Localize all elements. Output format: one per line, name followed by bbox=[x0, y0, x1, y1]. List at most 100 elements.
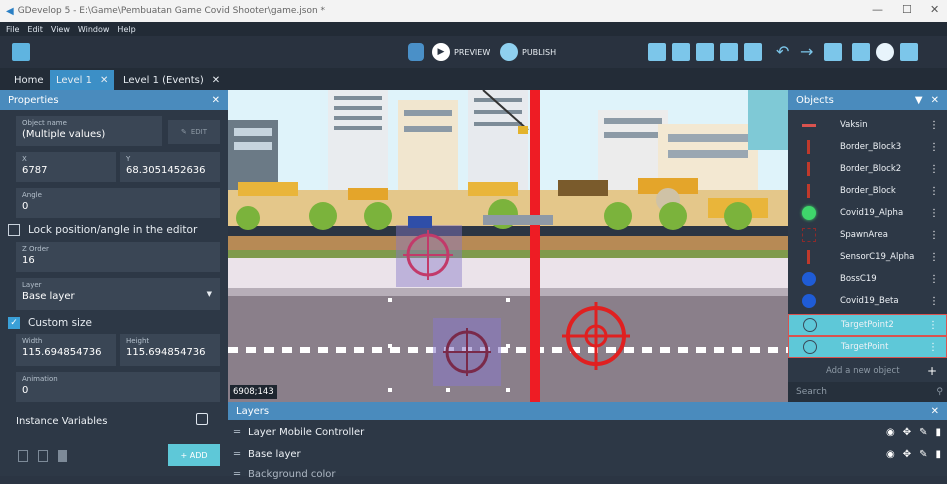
close-panel-icon[interactable]: ✕ bbox=[212, 95, 220, 106]
zoom-icon[interactable] bbox=[876, 43, 894, 61]
undo-icon[interactable]: ↶ bbox=[776, 43, 794, 61]
edit-layer-icon[interactable]: ✎ bbox=[919, 427, 927, 438]
object-menu-icon[interactable]: ⋮ bbox=[929, 164, 939, 175]
add-new-object-button[interactable]: Add a new object + bbox=[788, 362, 947, 380]
layers-panel: Layers ✕ ═ Layer Mobile Controller ◉ ✥ ✎… bbox=[228, 402, 947, 480]
y-field[interactable]: Y 68.3051452636 bbox=[120, 152, 220, 182]
custom-size-checkbox[interactable]: ✓ Custom size bbox=[8, 317, 92, 329]
trash-icon[interactable] bbox=[58, 450, 67, 462]
filter-icon[interactable]: ▼ bbox=[915, 95, 923, 106]
syringe-icon bbox=[802, 124, 816, 127]
layer-row-base-layer[interactable]: ═ Base layer ◉ ✥ ✎ ▮ bbox=[228, 444, 947, 464]
paste-icon[interactable] bbox=[38, 450, 48, 462]
drag-handle-icon[interactable]: ═ bbox=[234, 469, 240, 480]
project-manager-icon[interactable] bbox=[12, 43, 30, 61]
lock-position-checkbox[interactable]: Lock position/angle in the editor bbox=[8, 224, 197, 236]
objects-panel-icon[interactable] bbox=[648, 43, 666, 61]
tab-level-1-events[interactable]: Level 1 (Events) ✕ bbox=[117, 70, 226, 90]
visibility-eye-icon[interactable]: ◉ bbox=[886, 427, 895, 438]
object-menu-icon[interactable]: ⋮ bbox=[928, 342, 938, 353]
x-field[interactable]: X 6787 bbox=[16, 152, 116, 182]
object-item-sensorc19-alpha[interactable]: SensorC19_Alpha ⋮ bbox=[788, 246, 947, 268]
close-panel-icon[interactable]: ✕ bbox=[931, 95, 939, 106]
menu-view[interactable]: View bbox=[51, 25, 70, 34]
width-field[interactable]: Width 115.694854736 bbox=[16, 334, 116, 366]
object-item-border-block[interactable]: Border_Block ⋮ bbox=[788, 180, 947, 202]
redo-icon[interactable]: → bbox=[800, 43, 818, 61]
target-icon bbox=[803, 340, 817, 354]
layer-select[interactable]: Layer Base layer ▼ bbox=[16, 278, 220, 310]
instances-list-icon[interactable] bbox=[720, 43, 738, 61]
object-menu-icon[interactable]: ⋮ bbox=[929, 142, 939, 153]
checkbox-checked-icon[interactable]: ✓ bbox=[8, 317, 20, 329]
layers-panel-icon[interactable] bbox=[744, 43, 762, 61]
object-menu-icon[interactable]: ⋮ bbox=[928, 320, 938, 331]
debug-icon[interactable] bbox=[408, 43, 424, 61]
close-tab-icon[interactable]: ✕ bbox=[100, 75, 108, 86]
animation-field[interactable]: Animation 0 bbox=[16, 372, 220, 402]
layer-row-background-color[interactable]: ═ Background color bbox=[228, 464, 947, 484]
edit-button[interactable]: ✎ EDIT bbox=[168, 120, 220, 144]
object-menu-icon[interactable]: ⋮ bbox=[929, 186, 939, 197]
copy-icon[interactable] bbox=[18, 450, 28, 462]
virus-icon bbox=[802, 272, 816, 286]
checkbox-unchecked-icon[interactable] bbox=[8, 224, 20, 236]
object-item-targetpoint[interactable]: TargetPoint ⋮ bbox=[788, 336, 947, 358]
object-menu-icon[interactable]: ⋮ bbox=[929, 120, 939, 131]
grid-icon[interactable] bbox=[852, 43, 870, 61]
drag-handle-icon[interactable]: ═ bbox=[234, 427, 240, 438]
object-menu-icon[interactable]: ⋮ bbox=[929, 230, 939, 241]
minimize-icon[interactable]: — bbox=[872, 3, 883, 16]
object-search-input[interactable]: Search ⚲ bbox=[788, 382, 947, 402]
object-menu-icon[interactable]: ⋮ bbox=[929, 296, 939, 307]
menu-window[interactable]: Window bbox=[78, 25, 110, 34]
app-icon: ◀ bbox=[6, 5, 14, 17]
z-order-field[interactable]: Z Order 16 bbox=[16, 242, 220, 272]
preview-button[interactable]: ▶ PREVIEW bbox=[432, 42, 490, 62]
delete-icon[interactable] bbox=[824, 43, 842, 61]
maximize-icon[interactable]: ☐ bbox=[902, 3, 912, 16]
properties-panel-icon[interactable] bbox=[696, 43, 714, 61]
object-menu-icon[interactable]: ⋮ bbox=[929, 208, 939, 219]
close-icon[interactable]: ✕ bbox=[930, 3, 939, 16]
menu-help[interactable]: Help bbox=[117, 25, 135, 34]
objects-header: Objects ▼ ✕ bbox=[788, 90, 947, 110]
scene-properties-icon[interactable] bbox=[900, 43, 918, 61]
open-external-icon[interactable] bbox=[196, 413, 208, 425]
tab-level-1[interactable]: Level 1 ✕ bbox=[50, 70, 115, 90]
edit-layer-icon[interactable]: ✎ bbox=[919, 449, 927, 460]
dropdown-icon: ▼ bbox=[206, 290, 212, 298]
drag-handle-icon[interactable]: ═ bbox=[234, 449, 240, 460]
close-tab-icon[interactable]: ✕ bbox=[212, 75, 220, 86]
angle-field[interactable]: Angle 0 bbox=[16, 188, 220, 218]
object-item-border-block3[interactable]: Border_Block3 ⋮ bbox=[788, 136, 947, 158]
visibility-eye-icon[interactable]: ◉ bbox=[886, 449, 895, 460]
delete-layer-icon[interactable]: ▮ bbox=[935, 427, 941, 438]
tab-home[interactable]: Home bbox=[8, 70, 50, 90]
object-groups-icon[interactable] bbox=[672, 43, 690, 61]
close-panel-icon[interactable]: ✕ bbox=[931, 406, 939, 417]
object-item-covid19-alpha[interactable]: Covid19_Alpha ⋮ bbox=[788, 202, 947, 224]
menu-edit[interactable]: Edit bbox=[27, 25, 43, 34]
layer-effects-icon[interactable]: ✥ bbox=[903, 427, 911, 438]
properties-header: Properties ✕ bbox=[0, 90, 228, 110]
objects-panel: Objects ▼ ✕ Vaksin ⋮ Border_Block3 ⋮ Bor… bbox=[788, 90, 947, 402]
scene-canvas[interactable]: 6908;143 bbox=[228, 90, 788, 402]
layer-effects-icon[interactable]: ✥ bbox=[903, 449, 911, 460]
play-icon: ▶ bbox=[432, 43, 450, 61]
object-item-spawnarea[interactable]: SpawnArea ⋮ bbox=[788, 224, 947, 246]
publish-button[interactable]: PUBLISH bbox=[500, 42, 556, 62]
height-field[interactable]: Height 115.694854736 bbox=[120, 334, 220, 366]
object-menu-icon[interactable]: ⋮ bbox=[929, 274, 939, 285]
delete-layer-icon[interactable]: ▮ bbox=[935, 449, 941, 460]
object-name-field[interactable]: Object name (Multiple values) bbox=[16, 116, 162, 146]
object-item-bossc19[interactable]: BossC19 ⋮ bbox=[788, 268, 947, 290]
object-menu-icon[interactable]: ⋮ bbox=[929, 252, 939, 263]
object-item-covid19-beta[interactable]: Covid19_Beta ⋮ bbox=[788, 290, 947, 312]
layer-row-mobile-controller[interactable]: ═ Layer Mobile Controller ◉ ✥ ✎ ▮ bbox=[228, 422, 947, 442]
object-item-targetpoint2[interactable]: TargetPoint2 ⋮ bbox=[788, 314, 947, 336]
object-item-vaksin[interactable]: Vaksin ⋮ bbox=[788, 114, 947, 136]
object-item-border-block2[interactable]: Border_Block2 ⋮ bbox=[788, 158, 947, 180]
add-variable-button[interactable]: + ADD bbox=[168, 444, 220, 466]
menu-file[interactable]: File bbox=[6, 25, 19, 34]
